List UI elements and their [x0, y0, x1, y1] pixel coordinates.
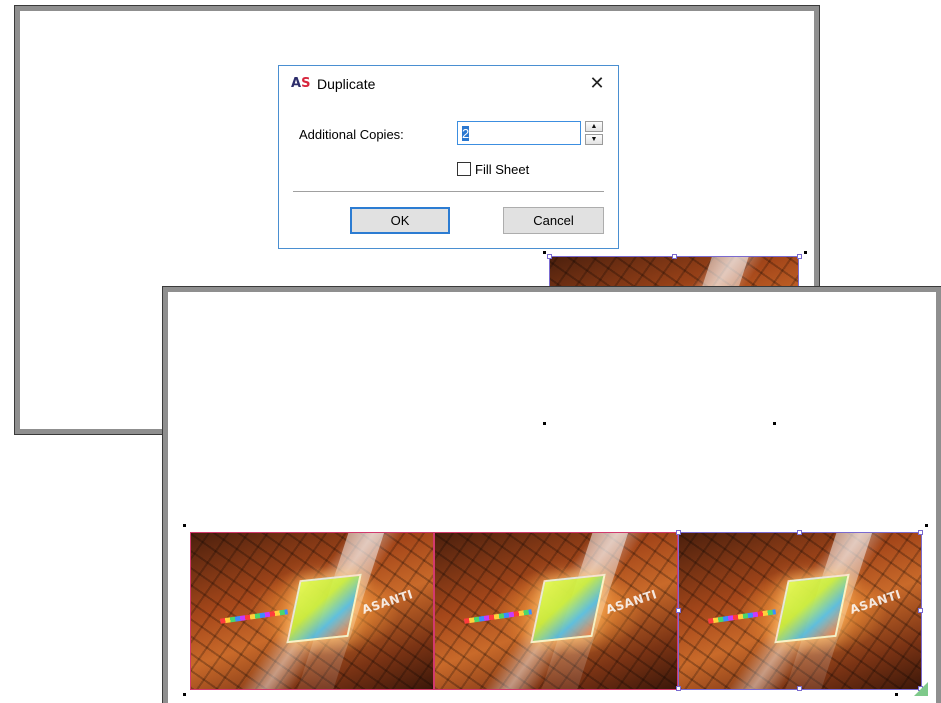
close-icon[interactable]: ✕	[586, 72, 608, 94]
resize-handle[interactable]	[547, 254, 552, 259]
crop-mark	[183, 693, 186, 696]
crop-mark	[183, 524, 186, 527]
crop-mark	[804, 251, 807, 254]
corner-fold-tab	[914, 682, 928, 696]
resize-handle[interactable]	[676, 530, 681, 535]
duplicate-dialog: AS Duplicate ✕ Additional Copies: ▲ ▼ Fi…	[278, 65, 619, 249]
cancel-button[interactable]: Cancel	[503, 207, 604, 234]
dialog-title: Duplicate	[317, 76, 376, 92]
asanti-logo-icon: AS	[291, 76, 311, 91]
additional-copies-label: Additional Copies:	[299, 127, 404, 142]
dialog-titlebar: AS Duplicate ✕	[279, 66, 618, 102]
selection-outline	[678, 532, 922, 690]
dialog-divider	[293, 191, 604, 192]
resize-handle[interactable]	[797, 254, 802, 259]
fill-sheet-row: Fill Sheet	[457, 161, 529, 177]
copy-outline	[190, 532, 434, 690]
arrow-up-icon[interactable]: ▲	[585, 121, 603, 132]
arrow-down-icon[interactable]: ▼	[585, 134, 603, 145]
fill-sheet-checkbox[interactable]	[457, 162, 471, 176]
crop-mark	[543, 422, 546, 425]
fill-sheet-label: Fill Sheet	[475, 161, 530, 177]
copies-spinner: ▲ ▼	[585, 121, 603, 145]
crop-mark	[925, 524, 928, 527]
resize-handle[interactable]	[918, 608, 923, 613]
resize-handle[interactable]	[797, 686, 802, 691]
ok-button[interactable]: OK	[350, 207, 450, 234]
crop-mark	[773, 422, 776, 425]
resize-handle[interactable]	[676, 686, 681, 691]
resize-handle[interactable]	[797, 530, 802, 535]
resize-handle[interactable]	[676, 608, 681, 613]
crop-mark	[895, 693, 898, 696]
additional-copies-input[interactable]	[457, 121, 581, 145]
resize-handle[interactable]	[918, 530, 923, 535]
copy-outline	[434, 532, 678, 690]
resize-handle[interactable]	[672, 254, 677, 259]
crop-mark	[543, 251, 546, 254]
